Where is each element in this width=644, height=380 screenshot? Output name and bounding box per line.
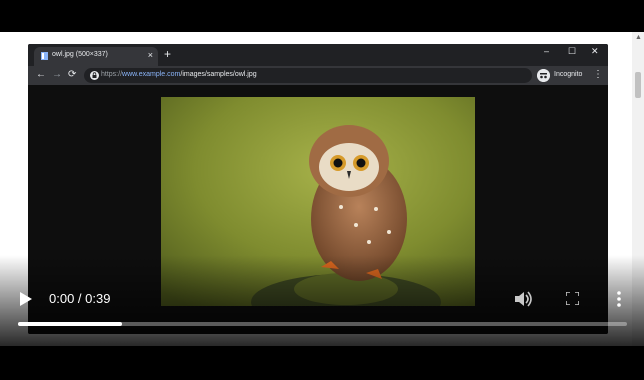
progress-bar[interactable] [18, 322, 627, 326]
image-file-icon [41, 52, 48, 60]
lock-icon [90, 71, 99, 80]
more-vert-icon[interactable] [616, 291, 622, 307]
address-bar[interactable]: https://www.example.com/images/samples/o… [84, 68, 532, 83]
scroll-up-arrow-icon[interactable]: ▲ [635, 34, 642, 42]
volume-icon[interactable] [515, 291, 533, 307]
maximize-button[interactable]: ☐ [568, 45, 576, 57]
tab-close-icon[interactable]: × [148, 50, 153, 60]
new-tab-button[interactable]: + [164, 47, 171, 61]
url-host: www.example.com [122, 71, 181, 78]
close-window-button[interactable]: ✕ [591, 45, 599, 57]
forward-button[interactable]: → [52, 68, 62, 82]
scroll-thumb[interactable] [635, 72, 641, 98]
progress-fill [18, 322, 122, 326]
url-path: /images/samples/owl.jpg [180, 71, 257, 78]
reload-button[interactable]: ⟳ [68, 68, 76, 82]
browser-menu-icon[interactable]: ⋮ [593, 68, 603, 82]
browser-toolbar: ← → ⟳ https://www.example.com/images/sam… [28, 66, 608, 85]
tab-strip: owl.jpg (500×337) × + – ☐ ✕ [28, 44, 608, 66]
fullscreen-icon[interactable] [566, 292, 579, 305]
url-text[interactable]: https://www.example.com/images/samples/o… [101, 71, 257, 78]
minimize-button[interactable]: – [544, 45, 549, 57]
back-button[interactable]: ← [36, 68, 46, 82]
incognito-icon [537, 69, 550, 82]
tab-title: owl.jpg (500×337) [52, 51, 108, 58]
tab-owl-image[interactable]: owl.jpg (500×337) × [34, 47, 158, 66]
top-letterbox [0, 0, 644, 32]
play-icon[interactable] [19, 292, 32, 306]
time-display: 0:00 / 0:39 [49, 291, 111, 306]
url-scheme: https:// [101, 71, 123, 78]
bottom-letterbox [0, 346, 644, 380]
incognito-label: Incognito [554, 71, 583, 78]
